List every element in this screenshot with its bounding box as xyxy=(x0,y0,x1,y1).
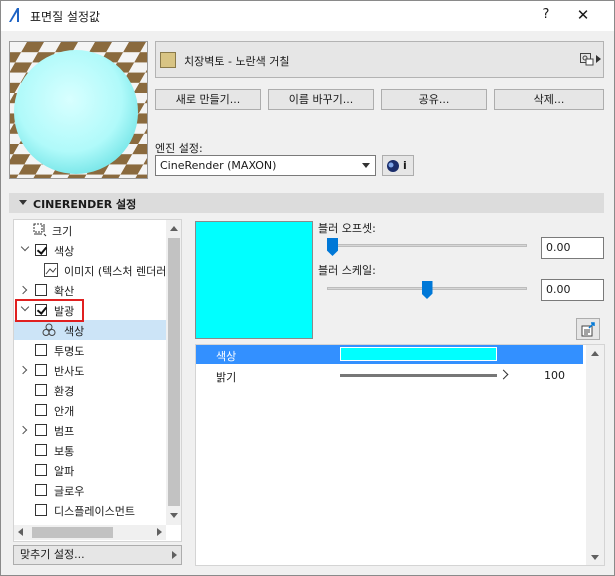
material-swatch xyxy=(160,52,176,68)
tree-item-label: 확산 xyxy=(54,285,75,298)
normal-checkbox[interactable] xyxy=(35,444,47,456)
size-icon xyxy=(33,223,47,237)
tree-item-image[interactable]: 이미지 (텍스처 렌더러 xyxy=(14,260,166,280)
blur-scale-label: 블러 스케일: xyxy=(318,264,376,277)
brightness-slider[interactable] xyxy=(340,374,497,377)
delete-button[interactable]: 삭제... xyxy=(494,89,604,110)
new-button[interactable]: 새로 만들기... xyxy=(155,89,261,110)
properties-vertical-scrollbar[interactable] xyxy=(586,345,604,565)
prop-brightness-value[interactable]: 100 xyxy=(544,369,565,382)
tree-item-diffusion[interactable]: 확산 xyxy=(14,280,166,300)
tree-item-size[interactable]: 크기 xyxy=(14,220,166,240)
scroll-up-icon[interactable] xyxy=(591,351,599,356)
share-button[interactable]: 공유... xyxy=(381,89,487,110)
luminance-color-preview xyxy=(195,221,313,339)
color-checkbox[interactable] xyxy=(35,244,47,256)
tree-item-label: 안개 xyxy=(54,405,75,418)
image-icon xyxy=(44,263,58,277)
chevron-right-icon[interactable] xyxy=(18,425,28,435)
material-preview xyxy=(9,41,148,179)
alpha-checkbox[interactable] xyxy=(35,464,47,476)
prop-color-swatch[interactable] xyxy=(340,347,497,361)
diffusion-checkbox[interactable] xyxy=(35,284,47,296)
tree-item-reflectance[interactable]: 반사도 xyxy=(14,360,166,380)
blur-offset-input[interactable]: 0.00 xyxy=(541,237,604,259)
engine-label: 엔진 설정: xyxy=(155,142,203,155)
material-menu-arrow-icon[interactable] xyxy=(596,55,601,63)
prop-brightness-label: 밝기 xyxy=(216,371,237,384)
prop-color-label: 색상 xyxy=(216,350,237,363)
tree-item-glow[interactable]: 글로우 xyxy=(14,480,166,500)
fog-checkbox[interactable] xyxy=(35,404,47,416)
chevron-right-icon[interactable] xyxy=(18,365,28,375)
cinerender-logo-icon xyxy=(387,160,399,172)
tree-item-label: 디스플레이스먼트 xyxy=(54,505,135,518)
scroll-down-icon[interactable] xyxy=(591,555,599,560)
reflectance-checkbox[interactable] xyxy=(35,364,47,376)
blur-scale-input[interactable]: 0.00 xyxy=(541,279,604,301)
tree-item-alpha[interactable]: 알파 xyxy=(14,460,166,480)
fit-settings-button[interactable]: 맞추기 설정... xyxy=(13,545,182,565)
tree-item-fog[interactable]: 안개 xyxy=(14,400,166,420)
section-header[interactable]: CINERENDER 설정 xyxy=(9,193,604,213)
chevron-down-icon[interactable] xyxy=(20,242,30,252)
export-icon xyxy=(581,322,595,337)
scroll-up-icon[interactable] xyxy=(170,226,178,231)
bump-checkbox[interactable] xyxy=(35,424,47,436)
tree-item-label: 색상 xyxy=(64,325,85,338)
tree-item-bump[interactable]: 범프 xyxy=(14,420,166,440)
tree-item-label: 투명도 xyxy=(54,345,85,358)
tree-item-label: 범프 xyxy=(54,425,75,438)
tree-item-label: 반사도 xyxy=(54,365,85,378)
material-catalog-icon[interactable] xyxy=(580,53,594,66)
material-name: 치장벽토 - 노란색 거칠 xyxy=(184,55,290,68)
archicad-logo-icon xyxy=(9,8,19,22)
tree-item-normal[interactable]: 보통 xyxy=(14,440,166,460)
chevron-right-icon[interactable] xyxy=(18,285,28,295)
environment-checkbox[interactable] xyxy=(35,384,47,396)
tree-item-transparency[interactable]: 투명도 xyxy=(14,340,166,360)
tree-item-environment[interactable]: 환경 xyxy=(14,380,166,400)
blur-offset-track[interactable] xyxy=(327,244,527,247)
tree-vertical-scroll-thumb[interactable] xyxy=(168,238,180,506)
tree-item-label: 보통 xyxy=(54,445,75,458)
channel-tree[interactable]: 크기 색상 이미지 (텍스처 렌더러 확산 발광 색상 투명도 반사도 환경 안… xyxy=(13,219,182,542)
luminance-highlight-box xyxy=(15,299,84,322)
tree-item-label: 글로우 xyxy=(54,485,85,498)
tree-item-label: 환경 xyxy=(54,385,75,398)
info-label: i xyxy=(403,159,407,172)
engine-info-button[interactable]: i xyxy=(382,155,414,176)
section-title: CINERENDER 설정 xyxy=(33,198,137,211)
engine-select[interactable]: CineRender (MAXON) xyxy=(155,155,376,176)
help-button[interactable]: ? xyxy=(537,6,555,24)
chevron-down-icon xyxy=(19,200,27,205)
rename-button[interactable]: 이름 바꾸기... xyxy=(268,89,374,110)
tree-item-label: 색상 xyxy=(54,245,75,258)
tree-item-color[interactable]: 색상 xyxy=(14,240,166,260)
window-title: 표면질 설정값 xyxy=(30,10,101,24)
close-button[interactable]: ✕ xyxy=(572,5,594,25)
tree-item-label: 크기 xyxy=(52,225,73,238)
scroll-left-icon[interactable] xyxy=(18,528,23,536)
transparency-checkbox[interactable] xyxy=(35,344,47,356)
scroll-right-icon[interactable] xyxy=(157,528,162,536)
chevron-right-icon xyxy=(172,551,177,559)
tree-item-displacement[interactable]: 디스플레이스먼트 xyxy=(14,500,166,520)
scroll-down-icon[interactable] xyxy=(170,513,178,518)
displacement-checkbox[interactable] xyxy=(35,504,47,516)
engine-select-value: CineRender (MAXON) xyxy=(160,159,277,172)
glow-checkbox[interactable] xyxy=(35,484,47,496)
tree-horizontal-scroll-thumb[interactable] xyxy=(32,527,113,538)
export-button[interactable] xyxy=(576,318,600,340)
fit-settings-label: 맞추기 설정... xyxy=(20,548,85,561)
tree-item-label: 알파 xyxy=(54,465,75,478)
blur-offset-label: 블러 오프셋: xyxy=(318,222,376,235)
color-channels-icon xyxy=(42,323,56,336)
tree-item-luminance-color[interactable]: 색상 xyxy=(14,320,166,340)
tree-item-label: 이미지 (텍스처 렌더러 xyxy=(64,265,167,278)
chevron-down-icon xyxy=(362,163,370,168)
